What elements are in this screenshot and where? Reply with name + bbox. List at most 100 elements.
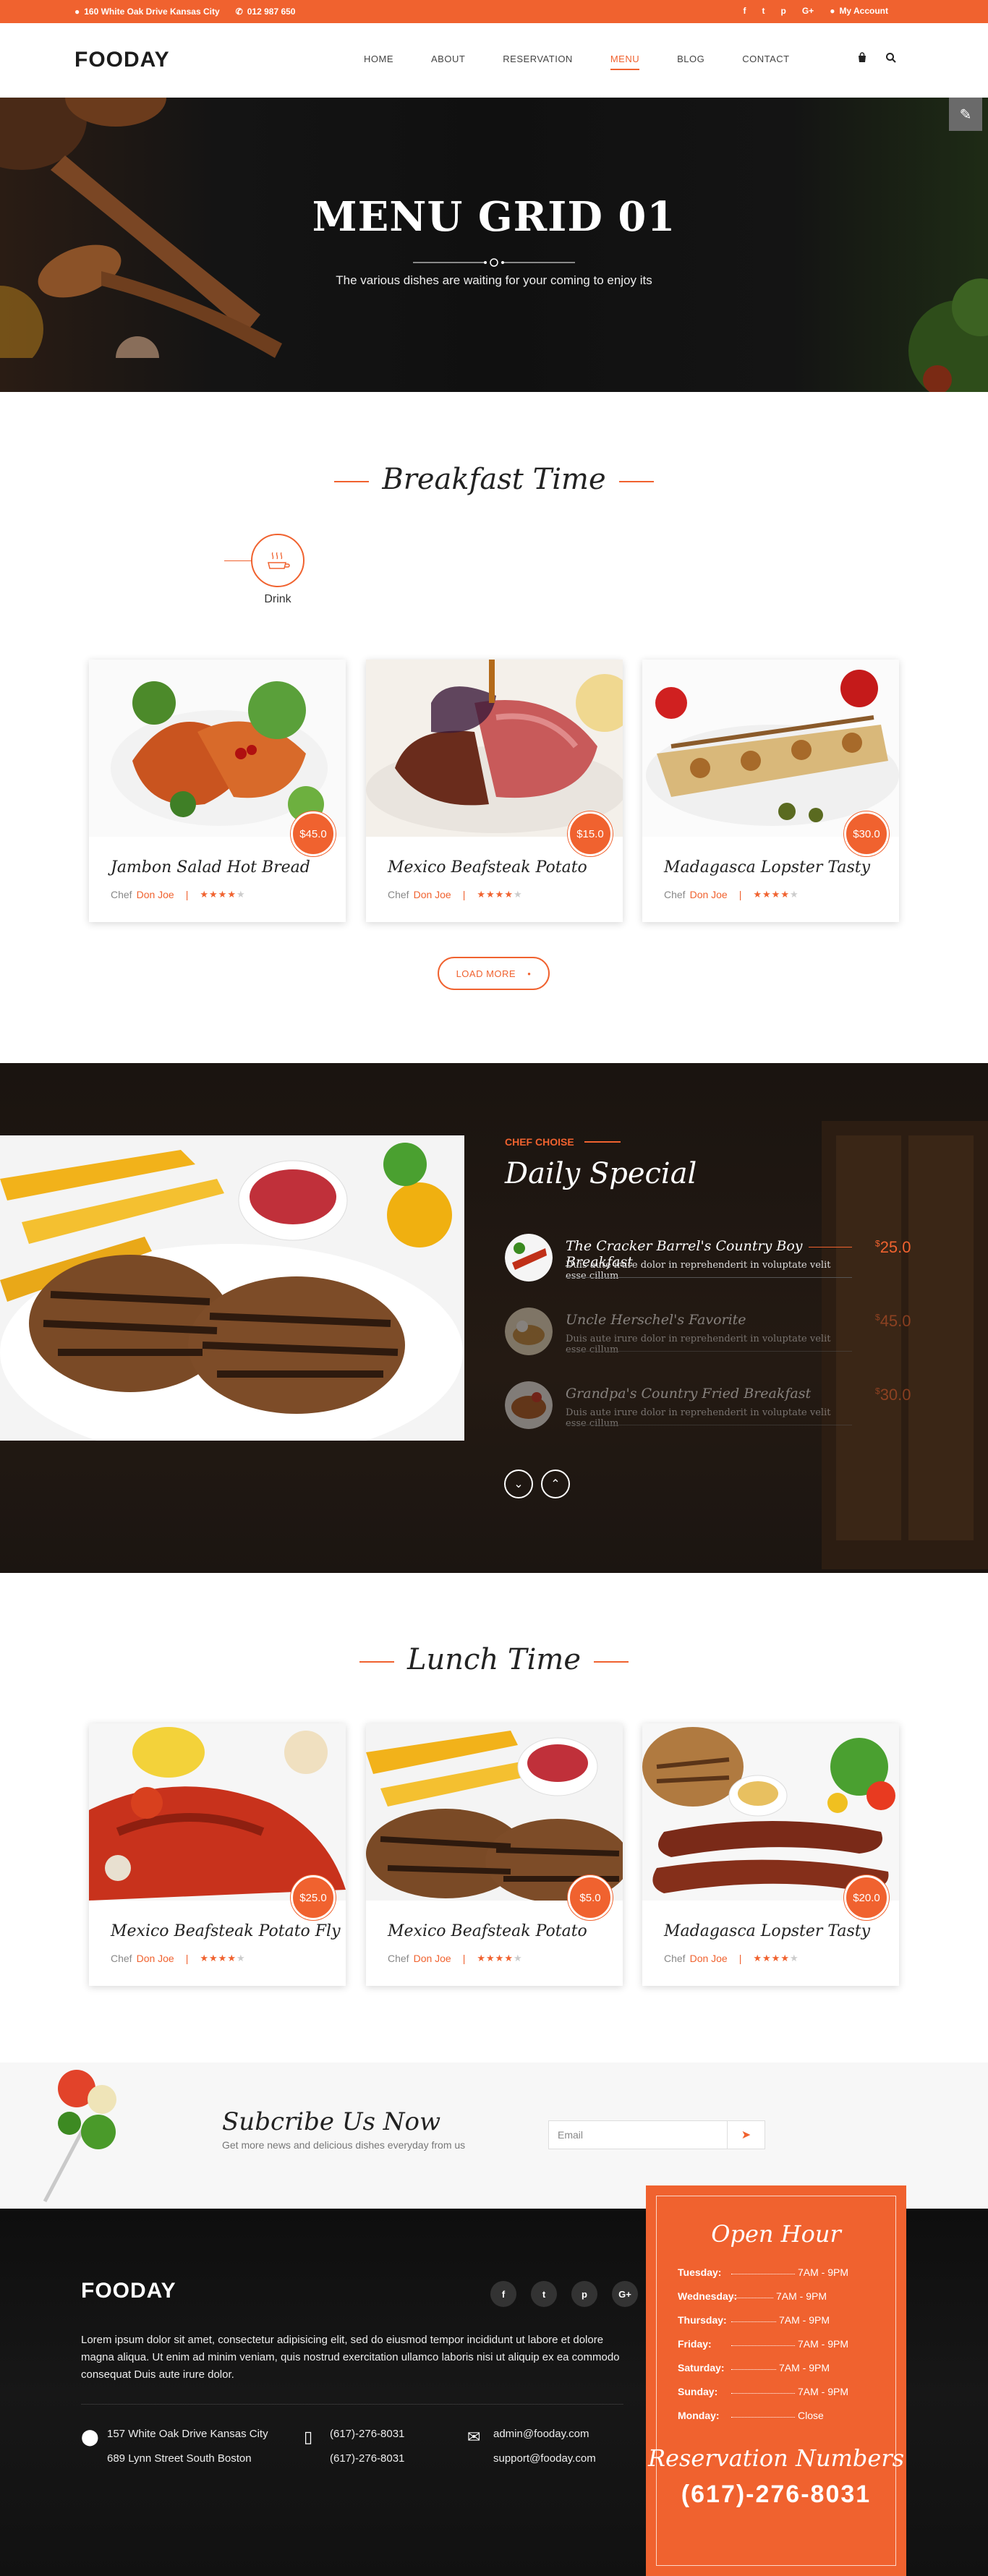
nav-contact[interactable]: CONTACT (742, 54, 789, 70)
my-account-link[interactable]: ● My Account (830, 6, 888, 16)
special-item-name[interactable]: Uncle Herschel's Favorite (566, 1312, 746, 1328)
email-line-2[interactable]: support@fooday.com (493, 2447, 596, 2471)
send-icon: ➤ (741, 2129, 751, 2141)
price-badge: $45.0 (291, 811, 336, 856)
phone-line-1[interactable]: (617)-276-8031 (330, 2422, 404, 2447)
chevron-up-button[interactable]: ⌃ (541, 1470, 570, 1498)
reservation-phone[interactable]: (617)-276-8031 (646, 2481, 906, 2509)
hour-row: Sunday: 7AM - 9PM (678, 2386, 849, 2397)
lunch-title-text: Lunch Time (406, 1643, 582, 1676)
menu-card[interactable]: $15.0 Mexico Beafsteak Potato Chef Don Jo… (366, 660, 623, 922)
special-dish-image (0, 1135, 464, 1441)
facebook-icon[interactable]: f (744, 6, 746, 16)
footer-phones: ▯ (617)-276-8031 (617)-276-8031 (304, 2422, 448, 2473)
rating-stars: ★★★★★ (200, 1953, 246, 1963)
price-badge: $15.0 (568, 811, 613, 856)
search-icon[interactable] (885, 52, 897, 67)
title-divider (413, 258, 575, 267)
chef-name[interactable]: Don Joe (690, 1953, 728, 1964)
chef-name[interactable]: Don Joe (137, 889, 174, 900)
dish-meta: Chef Don Joe | ★★★★★ (388, 889, 523, 900)
twitter-icon[interactable]: t (531, 2281, 557, 2307)
special-item-price: $25.0 (875, 1238, 911, 1256)
load-more-button[interactable]: LOAD MORE ● (438, 957, 550, 990)
cart-icon[interactable] (856, 52, 868, 67)
hero-banner: MENU GRID 01 The various dishes are wait… (0, 98, 988, 392)
dish-name[interactable]: Mexico Beafsteak Potato (388, 1922, 587, 1940)
dish-image (366, 660, 623, 837)
breakfast-title-text: Breakfast Time (382, 463, 606, 496)
daily-special-title: Daily Special (505, 1157, 697, 1190)
chevron-down-button[interactable]: ⌄ (504, 1470, 533, 1498)
nav-reservation[interactable]: RESERVATION (503, 54, 573, 70)
footer-logo[interactable]: FOODAY (81, 2279, 176, 2303)
chef-label: Chef (664, 889, 686, 900)
dish-name[interactable]: Mexico Beafsteak Potato Fly (111, 1922, 341, 1940)
chef-name[interactable]: Don Joe (137, 1953, 174, 1964)
nav-home[interactable]: HOME (364, 54, 393, 70)
menu-card[interactable]: $30.0 Madagasca Lopster Tasty Chef Don Jo… (642, 660, 899, 922)
email-line-1[interactable]: admin@fooday.com (493, 2422, 596, 2447)
dish-name[interactable]: Madagasca Lopster Tasty (664, 1922, 870, 1940)
special-item-desc: Duis aute irure dolor in reprehenderit i… (566, 1407, 831, 1429)
fork-decoration (43, 2070, 116, 2203)
header: FOODAY HOME ABOUT RESERVATION MENU BLOG … (0, 23, 988, 98)
chef-label: Chef (388, 1953, 409, 1964)
dish-image (89, 1723, 346, 1901)
special-thumb (505, 1234, 553, 1281)
special-thumb (505, 1308, 553, 1355)
dish-name[interactable]: Madagasca Lopster Tasty (664, 858, 870, 877)
main-nav: HOME ABOUT RESERVATION MENU BLOG CONTACT (364, 54, 827, 70)
facebook-icon[interactable]: f (490, 2281, 516, 2307)
nav-menu[interactable]: MENU (610, 54, 640, 70)
brush-icon: ✎ (959, 106, 972, 123)
dish-meta: Chef Don Joe | ★★★★★ (111, 1953, 246, 1964)
mobile-icon: ▯ (304, 2428, 313, 2446)
twitter-icon[interactable]: t (762, 6, 765, 16)
subscribe-send-button[interactable]: ➤ (728, 2120, 765, 2149)
special-item[interactable]: Uncle Herschel's Favorite Duis aute irur… (505, 1308, 911, 1365)
email-input[interactable]: Email (548, 2120, 728, 2149)
hour-row: Monday: Close (678, 2410, 824, 2421)
topbar-phone: 012 987 650 (247, 7, 296, 17)
chef-name[interactable]: Don Joe (690, 889, 728, 900)
menu-card[interactable]: $25.0 Mexico Beafsteak Potato Fly Chef Do… (89, 1723, 346, 1986)
chef-name[interactable]: Don Joe (414, 1953, 451, 1964)
dish-meta: Chef Don Joe | ★★★★★ (664, 889, 799, 900)
dish-name[interactable]: Jambon Salad Hot Bread (111, 858, 310, 877)
dish-name[interactable]: Mexico Beafsteak Potato (388, 858, 587, 877)
special-item[interactable]: The Cracker Barrel's Country Boy Breakfa… (505, 1234, 911, 1292)
rating-stars: ★★★★★ (753, 1953, 799, 1963)
breakfast-section-title: Breakfast Time (0, 463, 988, 496)
nav-about[interactable]: ABOUT (431, 54, 465, 70)
google-plus-icon[interactable]: G+ (612, 2281, 638, 2307)
special-item-desc: Duis aute irure dolor in reprehenderit i… (566, 1334, 831, 1355)
hour-row: Friday: 7AM - 9PM (678, 2338, 849, 2350)
subscribe-title: Subcribe Us Now (222, 2107, 441, 2136)
pinterest-icon[interactable]: p (571, 2281, 597, 2307)
phone-line-2[interactable]: (617)-276-8031 (330, 2447, 404, 2471)
menu-card[interactable]: $5.0 Mexico Beafsteak Potato Chef Don Joe… (366, 1723, 623, 1986)
chevron-up-icon: ⌃ (550, 1478, 561, 1490)
hour-row: Thursday: 7AM - 9PM (678, 2314, 830, 2326)
special-item-name[interactable]: Grandpa's Country Fried Breakfast (566, 1386, 811, 1402)
google-plus-icon[interactable]: G+ (802, 6, 814, 16)
footer-divider (81, 2404, 623, 2405)
menu-card[interactable]: $20.0 Madagasca Lopster Tasty Chef Don Jo… (642, 1723, 899, 1986)
category-drink-tab[interactable] (251, 534, 305, 587)
address-line-1: 157 White Oak Drive Kansas City (107, 2428, 268, 2440)
address-line-2: 689 Lynn Street South Boston (107, 2452, 252, 2465)
chef-name[interactable]: Don Joe (414, 889, 451, 900)
brush-tool-button[interactable]: ✎ (949, 98, 982, 131)
phone-info: ✆ 012 987 650 (236, 7, 296, 17)
menu-card[interactable]: $45.0 Jambon Salad Hot Bread Chef Don Joe… (89, 660, 346, 922)
reservation-title: Reservation Numbers (647, 2444, 905, 2472)
chef-choise-kicker: CHEF CHOISE (505, 1136, 621, 1148)
pinterest-icon[interactable]: p (781, 6, 786, 16)
load-more-label: LOAD MORE (456, 968, 516, 979)
special-item[interactable]: Grandpa's Country Fried Breakfast Duis a… (505, 1381, 911, 1439)
chef-choise-text: CHEF CHOISE (505, 1136, 574, 1148)
logo[interactable]: FOODAY (74, 48, 170, 72)
nav-blog[interactable]: BLOG (677, 54, 704, 70)
dot-icon: ● (527, 970, 532, 977)
